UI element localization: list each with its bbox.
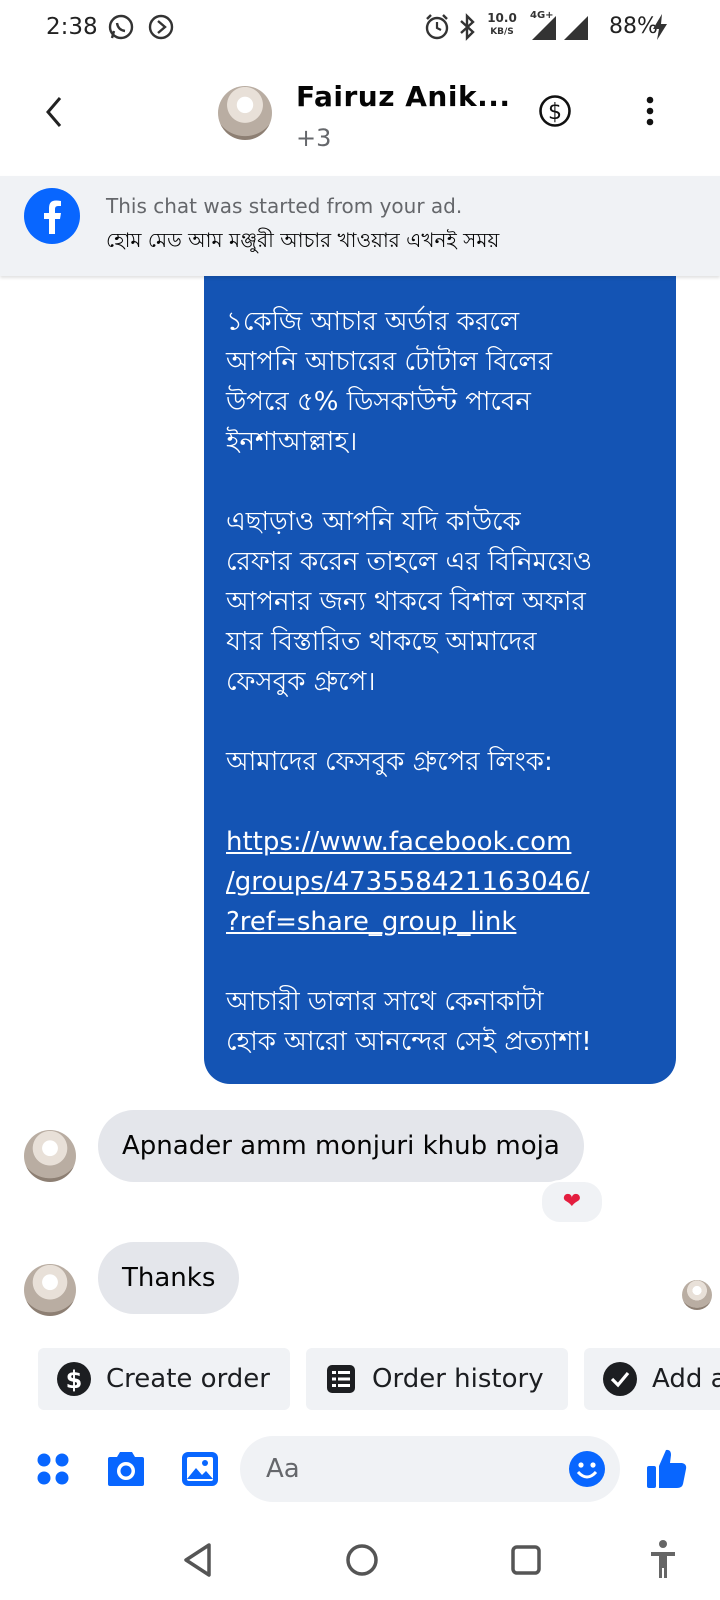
bluetooth-icon (460, 13, 475, 41)
quick-action-label: Order history (372, 1364, 544, 1394)
home-circle-icon[interactable] (342, 1540, 382, 1580)
incoming-message-bubble-2[interactable]: Thanks (98, 1242, 240, 1314)
back-triangle-icon[interactable] (180, 1540, 216, 1580)
seen-receipt-avatar (682, 1280, 712, 1310)
incoming-message-bubble[interactable]: Apnader amm monjuri khub moja (98, 1110, 584, 1182)
net-speed: 10.0 KB/S (486, 12, 518, 38)
quick-action-add[interactable]: Add a (584, 1348, 720, 1410)
gallery-icon[interactable] (180, 1450, 220, 1488)
charging-icon (653, 14, 667, 40)
net-speed-unit: KB/S (490, 27, 514, 37)
incoming-message-text-2: Thanks (122, 1263, 216, 1293)
dollar-circle-icon[interactable]: $ (538, 94, 572, 128)
emoji-icon[interactable] (568, 1450, 606, 1488)
back-chevron-icon[interactable] (40, 92, 68, 132)
sender-avatar[interactable] (24, 1130, 76, 1182)
contact-name[interactable]: Fairuz Anik... (296, 80, 511, 113)
signal-icon-2 (564, 16, 588, 40)
check-circle-icon (603, 1362, 637, 1396)
signal-icon (532, 16, 556, 40)
status-bar: 2:38 10.0 KB/S 4G+ 88% (0, 0, 720, 56)
heart-reaction-icon[interactable]: ❤ (540, 1180, 604, 1224)
quick-action-label: Add a (652, 1364, 720, 1394)
quick-action-create-order[interactable]: $ Create order (38, 1348, 290, 1410)
outgoing-message-bubble[interactable]: ১কেজি আচার অর্ডার করলে আপনি আচারের টোটাল… (204, 230, 676, 1084)
ad-title: হোম মেড আম মঞ্জুরী আচার খাওয়ার এখনই সময… (106, 228, 500, 252)
system-nav-bar (0, 1528, 720, 1600)
apps-menu-icon[interactable] (34, 1450, 72, 1488)
contact-avatar[interactable] (218, 86, 272, 140)
ad-notice: This chat was started from your ad. (106, 194, 463, 218)
net-speed-value: 10.0 (487, 11, 517, 25)
incoming-message-text: Apnader amm monjuri khub moja (122, 1131, 560, 1161)
message-text-part2: আচারী ডালার সাথে কেনাকাটা হোক আরো আনন্দে… (226, 987, 592, 1057)
receipt-list-icon (327, 1365, 355, 1393)
recents-square-icon[interactable] (508, 1542, 544, 1578)
thumbs-up-icon[interactable] (646, 1446, 688, 1490)
svg-text:$: $ (548, 100, 562, 125)
alarm-icon (425, 14, 449, 40)
participant-count: +3 (296, 124, 332, 152)
facebook-icon (24, 188, 80, 244)
accessibility-icon[interactable] (648, 1538, 678, 1582)
dollar-circle-icon: $ (57, 1362, 91, 1396)
camera-icon[interactable] (104, 1450, 148, 1488)
svg-text:$: $ (66, 1366, 83, 1394)
status-time: 2:38 (46, 14, 98, 40)
more-vertical-icon[interactable] (642, 94, 658, 128)
whatsapp-icon (108, 14, 134, 40)
sender-avatar-2[interactable] (24, 1264, 76, 1316)
outgoing-message-text: ১কেজি আচার অর্ডার করলে আপনি আচারের টোটাল… (226, 302, 656, 1062)
message-composer[interactable] (240, 1436, 620, 1502)
chat-header: Fairuz Anik... +3 $ (0, 56, 720, 176)
play-circle-icon (148, 14, 174, 40)
message-input[interactable] (264, 1448, 548, 1490)
message-text-part1: ১কেজি আচার অর্ডার করলে আপনি আচারের টোটাল… (226, 307, 593, 777)
quick-action-order-history[interactable]: Order history (306, 1348, 568, 1410)
ad-banner[interactable]: This chat was started from your ad. হোম … (0, 176, 720, 276)
quick-action-label: Create order (106, 1364, 270, 1394)
group-link[interactable]: https://www.facebook.com /groups/4735584… (226, 827, 589, 937)
